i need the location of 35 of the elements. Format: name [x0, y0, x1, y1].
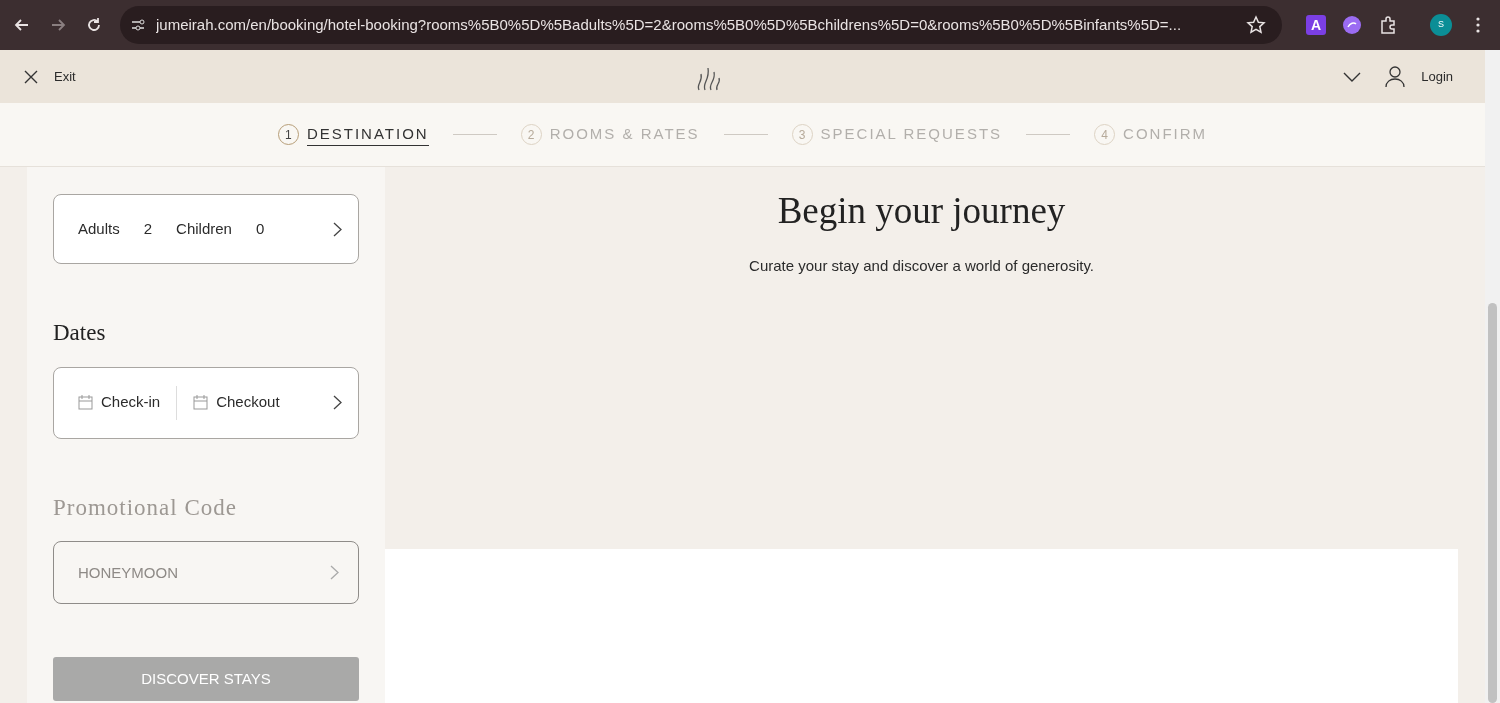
hero-title: Begin your journey	[777, 189, 1066, 233]
url-text: jumeirah.com/en/booking/hotel-booking?rooms%5B0%5D%5Badults%5D=2&rooms%5B0%5D%5Bchildrens%5D=0&rooms%5B0%5D%5Binfants%5D=...	[156, 14, 1183, 35]
chevron-right-icon	[333, 395, 342, 410]
calendar-icon	[193, 395, 209, 410]
extension-icon[interactable]	[1342, 15, 1362, 35]
section-heading: Dates	[53, 319, 107, 347]
check-in-label: Check-in	[101, 392, 161, 413]
guest-count: 0	[255, 218, 265, 239]
guests-selector[interactable]: Adults 2 Children 0	[53, 194, 359, 264]
step-label: CONFIRM	[1123, 124, 1208, 145]
extension-icon[interactable]: A	[1306, 15, 1326, 35]
user-icon[interactable]	[1385, 65, 1406, 88]
calendar-icon	[78, 395, 93, 410]
guest-count: 2	[143, 218, 153, 239]
close-icon[interactable]	[24, 69, 38, 84]
checkout-label: Checkout	[216, 392, 281, 413]
guest-type-label: Adults	[78, 218, 120, 239]
step-label: DESTINATION	[306, 122, 429, 147]
exit-link[interactable]: Exit	[54, 66, 76, 87]
dates-selector[interactable]: Check-in Checkout	[53, 366, 359, 439]
chevron-down-icon[interactable]	[1343, 71, 1362, 82]
step-label: ROOMS & RATES	[549, 124, 700, 145]
step-label: SPECIAL REQUESTS	[820, 124, 1003, 145]
address-bar[interactable]: jumeirah.com/en/booking/hotel-booking?rooms%5B0%5D%5Badults%5D=2&rooms%5B0%5D%5Bchildrens%5D=0&rooms%5B0%5D%5Binfants%5D=...	[120, 6, 1282, 44]
guest-type-label: Children	[176, 218, 232, 239]
star-icon[interactable]	[1246, 15, 1266, 35]
chevron-right-icon	[330, 565, 339, 580]
section-heading: Promotional Code	[53, 493, 239, 522]
step-tab[interactable]: 1 DESTINATION	[277, 122, 429, 147]
hero-subtitle: Curate your stay and discover a world of generosity.	[749, 255, 1094, 276]
puzzle-icon[interactable]	[1378, 15, 1398, 35]
login-link[interactable]: Login	[1421, 66, 1453, 87]
profile-avatar[interactable]: S	[1430, 14, 1452, 36]
chevron-right-icon	[333, 221, 342, 237]
scrollbar[interactable]	[1485, 50, 1500, 703]
